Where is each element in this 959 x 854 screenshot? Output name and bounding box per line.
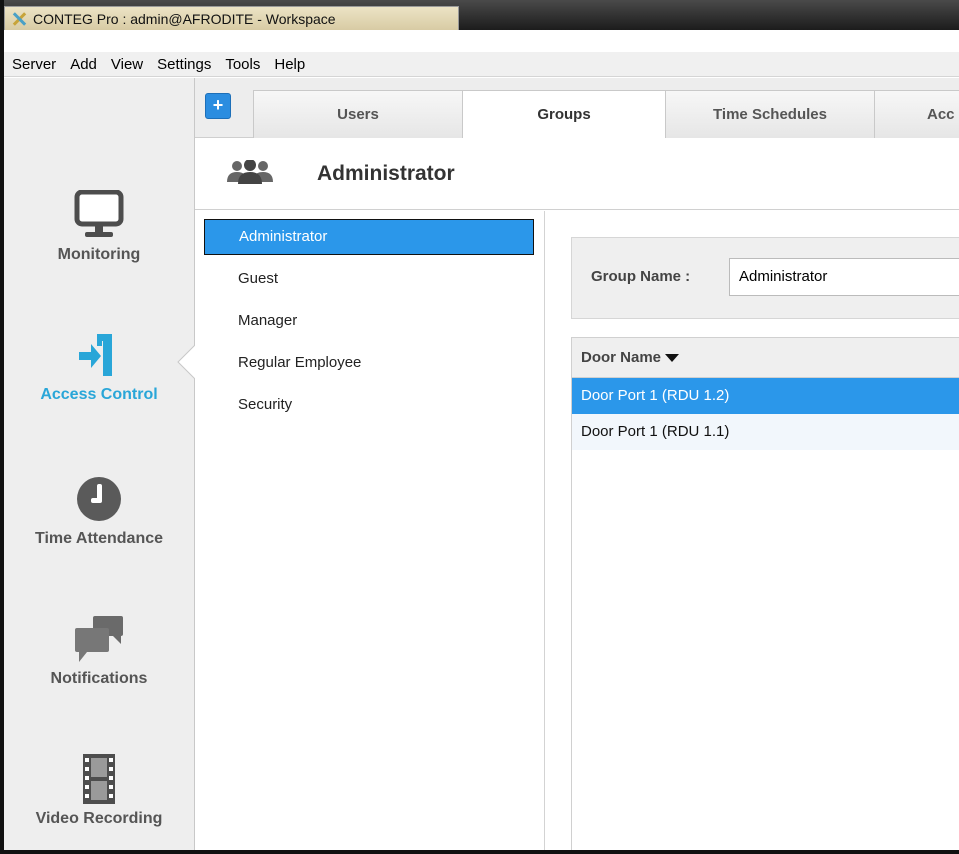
- tab-access[interactable]: Acc: [874, 90, 959, 138]
- sidebar-item-notifications[interactable]: Notifications: [4, 614, 194, 688]
- app-logo-icon: [11, 11, 27, 27]
- group-header: Administrator: [195, 138, 959, 210]
- group-detail: Group Name : Administrator Door Name Doo…: [546, 211, 959, 850]
- menu-add[interactable]: Add: [70, 56, 97, 73]
- sidebar-item-access-control[interactable]: Access Control: [4, 330, 194, 404]
- group-name-label: Group Name :: [591, 268, 691, 285]
- film-icon: [83, 754, 115, 804]
- list-item-manager[interactable]: Manager: [204, 304, 534, 340]
- list-item-security[interactable]: Security: [204, 388, 534, 424]
- app-window: CONTEG Pro : admin@AFRODITE - Workspace …: [0, 0, 959, 854]
- tab-users[interactable]: Users: [253, 90, 463, 138]
- tab-time-schedules[interactable]: Time Schedules: [665, 90, 875, 138]
- menu-settings[interactable]: Settings: [157, 56, 211, 73]
- main-panel: + Users Groups Time Schedules Acc Admini…: [195, 78, 959, 850]
- window-title: CONTEG Pro : admin@AFRODITE - Workspace: [33, 10, 336, 27]
- list-item-regular-employee[interactable]: Regular Employee: [204, 346, 534, 382]
- sidebar-item-label: Video Recording: [35, 810, 163, 827]
- group-list: Administrator Guest Manager Regular Empl…: [195, 211, 545, 850]
- doors-table: Door Name Door Port 1 (RDU 1.2) Door Por…: [571, 337, 959, 850]
- page-title: Administrator: [317, 162, 455, 185]
- menu-bar: Server Add View Settings Tools Help: [4, 52, 959, 77]
- monitor-icon: [74, 190, 124, 237]
- sidebar-item-time-attendance[interactable]: Time Attendance: [4, 474, 194, 548]
- door-name-column-header[interactable]: Door Name: [572, 338, 959, 378]
- sidebar-item-label: Time Attendance: [34, 530, 164, 547]
- sidebar-item-label: Monitoring: [57, 246, 141, 263]
- table-row[interactable]: Door Port 1 (RDU 1.1): [572, 414, 959, 450]
- access-control-icon: [79, 334, 112, 376]
- sort-desc-icon: [665, 354, 680, 363]
- list-item-guest[interactable]: Guest: [204, 262, 534, 298]
- group-name-panel: Group Name : Administrator: [571, 237, 959, 319]
- window-title-tab: CONTEG Pro : admin@AFRODITE - Workspace: [4, 6, 459, 30]
- table-row[interactable]: Door Port 1 (RDU 1.2): [572, 378, 959, 414]
- user-group-icon: [227, 160, 273, 184]
- menu-server[interactable]: Server: [12, 56, 56, 73]
- group-name-input[interactable]: Administrator: [729, 258, 959, 296]
- sidebar-item-monitoring[interactable]: Monitoring: [4, 190, 194, 264]
- menu-view[interactable]: View: [111, 56, 143, 73]
- sidebar-item-video-recording[interactable]: Video Recording: [4, 754, 194, 828]
- menu-tools[interactable]: Tools: [225, 56, 260, 73]
- chat-bubbles-icon: [75, 616, 123, 662]
- tab-groups[interactable]: Groups: [462, 90, 666, 139]
- list-item-administrator[interactable]: Administrator: [204, 219, 534, 255]
- clock-icon: [77, 477, 121, 521]
- door-name-header-label: Door Name: [581, 349, 662, 366]
- sidebar-item-label: Notifications: [50, 670, 148, 687]
- sidebar-item-label: Access Control: [40, 386, 158, 403]
- menu-help[interactable]: Help: [274, 56, 305, 73]
- selection-indicator: [177, 344, 196, 380]
- sidebar: Monitoring Access Control Time Attendanc…: [4, 78, 196, 850]
- title-bar: CONTEG Pro : admin@AFRODITE - Workspace: [4, 0, 959, 30]
- add-button[interactable]: +: [205, 93, 231, 119]
- tab-bar: + Users Groups Time Schedules Acc: [195, 78, 959, 139]
